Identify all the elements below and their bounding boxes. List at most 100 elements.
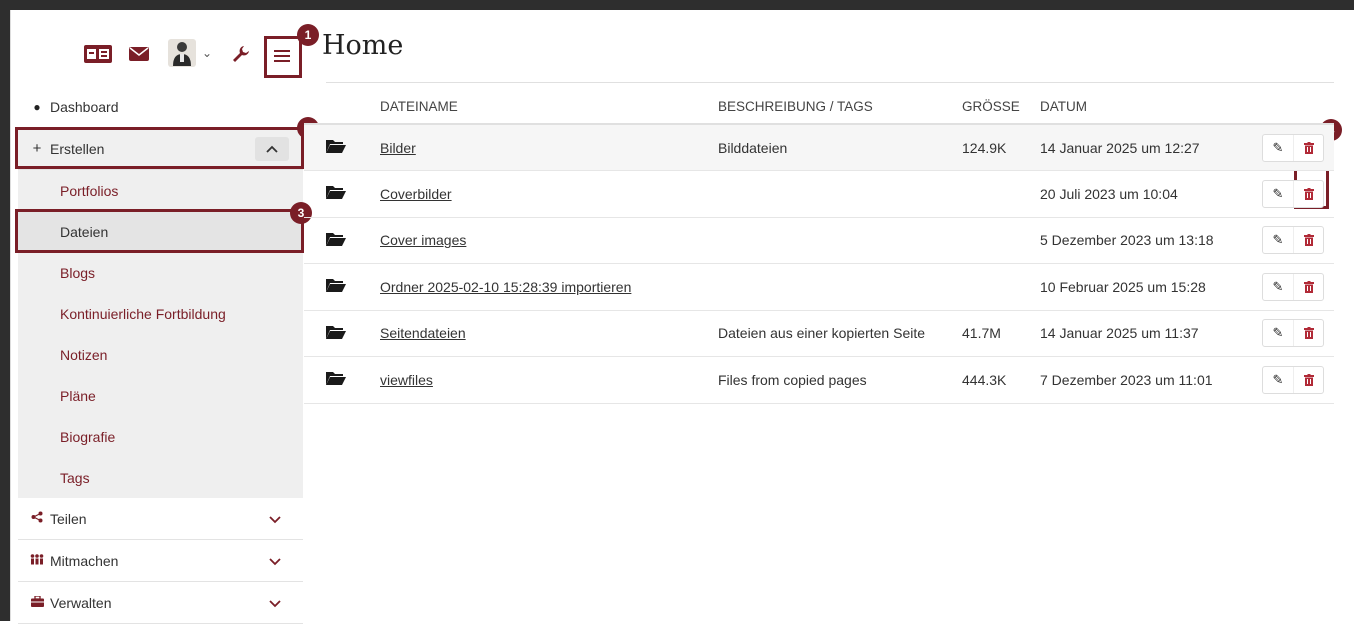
file-size: 41.7M (962, 310, 1040, 357)
file-description: Dateien aus einer kopierten Seite (718, 310, 962, 357)
file-size (962, 263, 1040, 311)
header-datum[interactable]: DATUM (1040, 90, 1262, 125)
briefcase-icon (28, 594, 46, 610)
file-size (962, 170, 1040, 218)
file-name-link[interactable]: Seitendateien (380, 325, 466, 341)
file-date: 20 Juli 2023 um 10:04 (1040, 170, 1262, 218)
sidebar-item-label: Dashboard (50, 98, 119, 115)
chevron-down-icon[interactable] (269, 511, 281, 527)
file-description (718, 263, 962, 311)
folder-icon (304, 356, 380, 404)
sidebar-item-verwalten[interactable]: Verwalten (18, 582, 303, 624)
delete-trash-icon[interactable] (1293, 320, 1323, 347)
file-name-link[interactable]: Bilder (380, 140, 416, 156)
people-icon (28, 553, 46, 568)
wrench-icon[interactable] (230, 44, 252, 64)
table-row: Bilder Bilddateien 124.9K 14 Januar 2025… (304, 124, 1334, 171)
sidebar-item-notizen[interactable]: Notizen (18, 334, 303, 375)
row-actions: ✎ (1262, 272, 1324, 301)
row-actions: ✎ (1262, 319, 1324, 348)
header-groesse[interactable]: GRÖSSE (962, 90, 1040, 125)
header-beschreibung[interactable]: BESCHREIBUNG / TAGS (718, 90, 962, 125)
sidebar-item-fortbildung[interactable]: Kontinuierliche Fortbildung (18, 293, 303, 334)
file-name-link[interactable]: Coverbilder (380, 186, 452, 202)
mail-icon[interactable] (128, 45, 150, 63)
sidebar-item-plaene[interactable]: Pläne (18, 375, 303, 416)
sidebar-item-label: Verwalten (50, 594, 112, 611)
sidebar-item-teilen[interactable]: Teilen (18, 498, 303, 540)
sidebar-item-biografie[interactable]: Biografie (18, 416, 303, 457)
file-size: 124.9K (962, 124, 1040, 171)
delete-trash-icon[interactable] (1293, 134, 1323, 161)
sidebar-item-label: Teilen (50, 510, 87, 527)
sidebar-item-portfolios[interactable]: Portfolios (18, 170, 303, 211)
folder-icon (304, 310, 380, 357)
file-name-link[interactable]: Cover images (380, 232, 466, 248)
dashboard-icon: ● (33, 99, 41, 114)
sidebar-item-mitmachen[interactable]: Mitmachen (18, 540, 303, 582)
file-description (718, 170, 962, 218)
share-icon (28, 511, 46, 526)
language-icon[interactable] (83, 43, 113, 65)
header-actions (1262, 90, 1334, 125)
edit-pencil-icon[interactable]: ✎ (1263, 274, 1293, 300)
files-table: DATEINAME BESCHREIBUNG / TAGS GRÖSSE DAT… (304, 90, 1334, 404)
file-name-link[interactable]: Ordner 2025-02-10 15:28:39 importieren (380, 279, 631, 295)
window-frame-top (0, 0, 1354, 10)
file-date: 5 Dezember 2023 um 13:18 (1040, 217, 1262, 264)
folder-icon (304, 124, 380, 171)
row-actions: ✎ (1262, 133, 1324, 162)
table-row: Coverbilder 20 Juli 2023 um 10:04 ✎ (304, 170, 1334, 218)
file-size: 444.3K (962, 356, 1040, 404)
file-date: 7 Dezember 2023 um 11:01 (1040, 356, 1262, 404)
file-size (962, 217, 1040, 264)
file-date: 10 Februar 2025 um 15:28 (1040, 263, 1262, 311)
highlight-erstellen (15, 127, 304, 169)
table-row: viewfiles Files from copied pages 444.3K… (304, 356, 1334, 404)
folder-icon (304, 217, 380, 264)
folder-icon (304, 170, 380, 218)
highlight-menu-button (264, 36, 302, 78)
table-row: Seitendateien Dateien aus einer kopierte… (304, 310, 1334, 357)
edit-pencil-icon[interactable]: ✎ (1263, 367, 1293, 393)
edit-pencil-icon[interactable]: ✎ (1263, 135, 1293, 161)
chevron-down-icon[interactable] (269, 553, 281, 569)
delete-trash-icon[interactable] (1293, 366, 1323, 393)
sidebar-item-blogs[interactable]: Blogs (18, 252, 303, 293)
table-row: Ordner 2025-02-10 15:28:39 importieren 1… (304, 263, 1334, 311)
delete-trash-icon[interactable] (1293, 273, 1323, 300)
page-title: Home (322, 30, 404, 61)
file-description: Files from copied pages (718, 356, 962, 404)
frame-inner-border (10, 10, 18, 621)
row-actions: ✎ (1262, 365, 1324, 394)
window-frame-left (0, 0, 10, 621)
folder-icon (304, 263, 380, 311)
file-description: Bilddateien (718, 124, 962, 171)
file-description (718, 217, 962, 264)
header-icon-col (304, 90, 380, 125)
edit-pencil-icon[interactable]: ✎ (1263, 320, 1293, 346)
table-header-row: DATEINAME BESCHREIBUNG / TAGS GRÖSSE DAT… (304, 90, 1334, 125)
title-divider (326, 82, 1334, 83)
sidebar-item-tags[interactable]: Tags (18, 457, 303, 498)
delete-trash-icon[interactable] (1293, 227, 1323, 254)
user-avatar[interactable] (168, 39, 196, 67)
file-date: 14 Januar 2025 um 12:27 (1040, 124, 1262, 171)
highlight-dateien (15, 209, 304, 253)
edit-pencil-icon[interactable]: ✎ (1263, 227, 1293, 253)
table-row: Cover images 5 Dezember 2023 um 13:18 ✎ (304, 217, 1334, 264)
sidebar: ⌄ ● Dashboard + Erstellen Portfolios Dat… (18, 24, 303, 624)
sidebar-item-label: Mitmachen (50, 552, 119, 569)
delete-trash-icon[interactable] (1293, 180, 1323, 207)
file-date: 14 Januar 2025 um 11:37 (1040, 310, 1262, 357)
row-actions: ✎ (1262, 226, 1324, 255)
sidebar-item-dashboard[interactable]: ● Dashboard (18, 86, 303, 128)
chevron-down-icon[interactable]: ⌄ (200, 46, 214, 60)
file-name-link[interactable]: viewfiles (380, 372, 433, 388)
main-content: Home DATEINAME BESCHREIBUNG / TAGS GRÖSS… (304, 10, 1354, 621)
chevron-down-icon[interactable] (269, 595, 281, 611)
row-actions: ✎ (1262, 179, 1324, 208)
edit-pencil-icon[interactable]: ✎ (1263, 181, 1293, 207)
header-dateiname[interactable]: DATEINAME (380, 90, 718, 125)
top-icon-bar: ⌄ (18, 24, 303, 86)
